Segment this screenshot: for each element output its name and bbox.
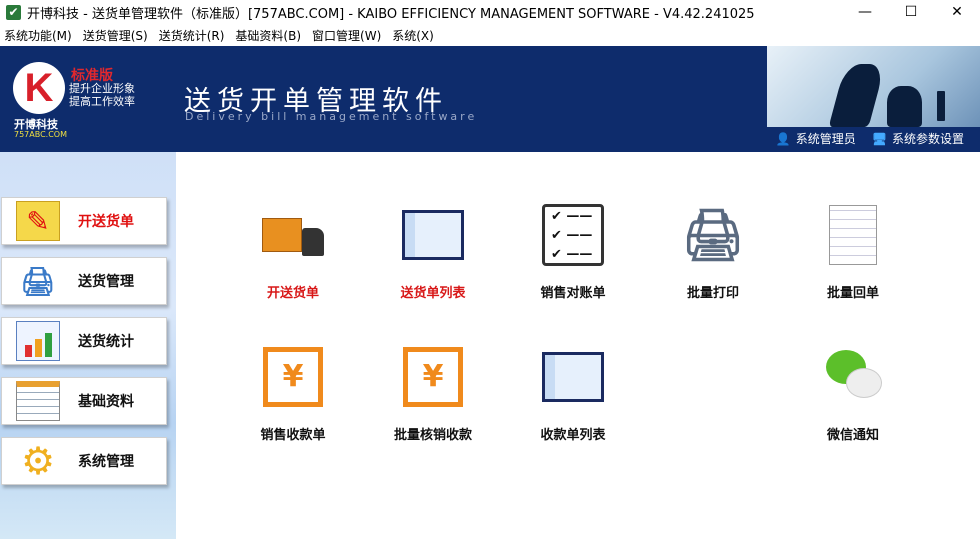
spreadsheet-icon [16,381,60,421]
close-button[interactable]: ✕ [934,0,980,24]
sidebar-item-label: 系统管理 [78,454,134,470]
main-panel: 开送货单 送货单列表 ✔ —— ✔ —— ✔ —— 销售对账单 🖨 批量打印 批量回单 … [176,152,980,539]
gear-icon: ⚙ [20,439,56,483]
tile-label: 批量打印 [686,286,739,301]
sidebar-item-label: 开送货单 [78,214,134,230]
printer-icon: 🖨 [681,205,745,264]
maximize-button[interactable]: ☐ [888,0,934,24]
menu-system[interactable]: 系统(X) [388,27,441,44]
document-pencil-icon [820,202,886,268]
tile-label: 送货单列表 [400,286,466,301]
minimize-button[interactable]: — [842,0,888,24]
menu-delivery-statistics[interactable]: 送货统计(R) [155,27,232,44]
tile-batch-print[interactable]: 🖨 批量打印 [653,202,773,302]
tile-new-delivery[interactable]: 开送货单 [233,202,353,301]
app-subtitle: Delivery bill management software [185,110,478,123]
notepad-pencil-icon: ✎ [16,201,60,241]
tile-label: 开送货单 [266,286,319,301]
list-window-icon [400,202,466,268]
sidebar: ✎ 开送货单 🖨 送货管理 送货统计 基础资料 ⚙ 系统管理 [0,152,176,539]
wechat-icon [820,344,886,410]
company-site: 757ABC.COM [14,130,68,139]
tile-sales-statement[interactable]: ✔ —— ✔ —— ✔ —— 销售对账单 [513,202,633,301]
menu-bar: 系统功能(M) 送货管理(S) 送货统计(R) 基础资料(B) 窗口管理(W) … [0,24,980,46]
logo: K [13,62,65,114]
truck-icon [260,202,326,268]
sidebar-item-label: 基础资料 [78,394,134,410]
menu-window[interactable]: 窗口管理(W) [308,27,388,44]
banner-photo [767,46,980,127]
tile-sales-receipt[interactable]: ¥ 销售收款单 [233,344,353,443]
sidebar-item-delivery-statistics[interactable]: 送货统计 [1,317,167,365]
sidebar-item-basic-data[interactable]: 基础资料 [1,377,167,425]
sidebar-item-label: 送货管理 [78,274,134,290]
current-user-link[interactable]: 👤 系统管理员 [776,130,856,147]
app-check-icon: ✔ [6,4,21,20]
tile-label: 销售收款单 [260,428,326,443]
menu-delivery-management[interactable]: 送货管理(S) [79,27,155,44]
yen-receipt-icon: ¥ [400,344,466,410]
tile-label: 批量回单 [826,286,879,301]
monitor-icon: 🖥 [871,131,887,146]
tile-label: 批量核销收款 [393,428,472,443]
list-window-icon [540,344,606,410]
tile-label: 微信通知 [826,428,879,443]
printer-icon: 🖨 [20,264,56,298]
tile-delivery-list[interactable]: 送货单列表 [373,202,493,301]
slogan: 提升企业形象 提高工作效率 [69,82,135,108]
tile-batch-receipt[interactable]: 批量回单 [793,202,913,301]
sidebar-item-system-management[interactable]: ⚙ 系统管理 [1,437,167,485]
title-bar: ✔ 开博科技 - 送货单管理软件（标准版）[757ABC.COM] - KAIB… [0,0,980,24]
banner: K 标准版 提升企业形象 提高工作效率 开博科技 757ABC.COM 送货开单管… [0,46,980,152]
sidebar-item-delivery-management[interactable]: 🖨 送货管理 [1,257,167,305]
menu-basic-data[interactable]: 基础资料(B) [231,27,308,44]
system-settings-link[interactable]: 🖥 系统参数设置 [872,130,964,147]
checklist-icon: ✔ —— ✔ —— ✔ —— [540,202,606,268]
tile-wechat-notify[interactable]: 微信通知 [793,344,913,443]
menu-system-functions[interactable]: 系统功能(M) [0,27,79,44]
sidebar-item-label: 送货统计 [78,334,134,350]
tile-label: 销售对账单 [540,286,606,301]
tile-receipt-list[interactable]: 收款单列表 [513,344,633,443]
window-title: 开博科技 - 送货单管理软件（标准版）[757ABC.COM] - KAIBO … [27,6,755,22]
user-icon: 👤 [775,131,791,146]
yen-receipt-icon: ¥ [260,344,326,410]
sidebar-item-new-delivery[interactable]: ✎ 开送货单 [1,197,167,245]
bar-chart-icon [16,321,60,361]
tile-label: 收款单列表 [540,428,606,443]
tile-batch-writeoff[interactable]: ¥ 批量核销收款 [373,344,493,443]
